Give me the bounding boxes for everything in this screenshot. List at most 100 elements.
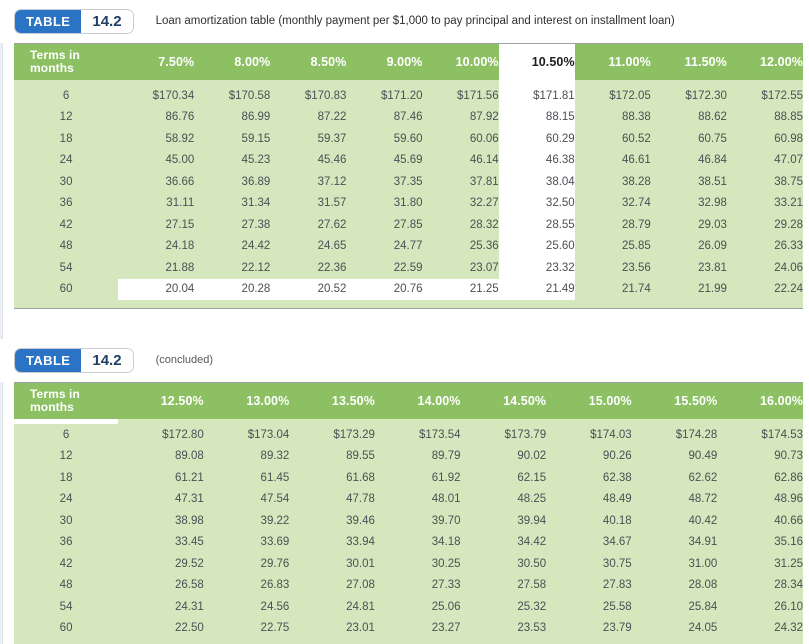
cell-payment-amount: 25.58: [602, 600, 632, 613]
cell-payment-amount: 61.68: [346, 471, 375, 484]
cell-term-months: 18: [59, 132, 73, 145]
cell-payment-amount: 48.01: [431, 493, 461, 506]
cell-payment-amount: 37.12: [317, 175, 347, 188]
table-badge-number-2: 14.2: [81, 349, 133, 372]
cell-payment-amount: 28.32: [469, 218, 499, 231]
table-caption-text-2: (concluded): [155, 353, 214, 366]
cell-payment-amount: 36.66: [165, 175, 195, 188]
cell-payment-amount: 23.56: [622, 261, 651, 274]
spacer-cell: [632, 639, 718, 644]
column-header-rate: 15.50%: [674, 394, 718, 408]
table-caption-row-1: TABLE 14.2 Loan amortization table (mont…: [0, 0, 809, 43]
cell-payment-amount: 20.28: [194, 278, 271, 300]
column-header-rate: 7.50%: [158, 55, 195, 69]
cell-payment-amount: 24.18: [165, 240, 195, 253]
cell-payment-amount: 45.46: [317, 154, 347, 167]
spacer-cell: [717, 639, 803, 644]
cell-payment-amount: 29.52: [174, 557, 204, 570]
header-row-1: Terms in months 7.50% 8.00% 8.50% 9.00% 10.00…: [14, 44, 803, 80]
cell-payment-amount: 32.98: [698, 197, 727, 210]
spacer-cell: [14, 300, 118, 308]
cell-payment-amount: 28.79: [622, 218, 651, 231]
spacer-cell: [289, 639, 375, 644]
table-caption-row-2: TABLE 14.2 (concluded): [0, 339, 809, 382]
table-badge-1: TABLE 14.2: [14, 9, 134, 34]
table-row: 24 45.00 45.23 45.46 45.69 46.14 46.38 46.61 46.…: [14, 149, 803, 171]
cell-term-months: 12: [59, 450, 73, 463]
cell-payment-amount: 23.07: [469, 261, 499, 274]
cell-payment-amount: 58.92: [165, 132, 195, 145]
table-row: 30 36.66 36.89 37.12 37.35 37.81 38.04 38.28 38.…: [14, 171, 803, 193]
cell-payment-amount: 29.28: [774, 218, 803, 231]
cell-payment-amount: 38.51: [698, 175, 727, 188]
cell-payment-amount: 38.75: [774, 175, 803, 188]
table-page: TABLE 14.2 Loan amortization table (mont…: [0, 0, 809, 644]
cell-payment-amount: 27.38: [241, 218, 271, 231]
cell-payment-amount: 25.32: [517, 600, 547, 613]
table-row: 12 86.76 86.99 87.22 87.46 87.92 88.15 88.38 88.…: [14, 106, 803, 128]
cell-payment-amount: 30.25: [431, 557, 461, 570]
cell-payment-amount: 21.88: [165, 261, 195, 274]
cell-payment-amount: 23.81: [698, 261, 727, 274]
cell-payment-amount: 27.15: [165, 218, 195, 231]
cell-payment-amount: 90.49: [688, 450, 718, 463]
table-badge-label-2: TABLE: [15, 349, 82, 372]
cell-payment-amount: 37.81: [469, 175, 499, 188]
cell-payment-amount: 62.38: [602, 471, 632, 484]
cell-payment-amount: 47.31: [174, 493, 204, 506]
cell-payment-amount: 21.99: [698, 283, 727, 296]
cell-payment-amount: 24.77: [393, 240, 423, 253]
table-header-1: Terms in months 7.50% 8.00% 8.50% 9.00% 10.00…: [14, 44, 803, 80]
cell-payment-amount: 25.60: [498, 235, 575, 257]
cell-payment-amount: 88.85: [774, 111, 803, 124]
cell-payment-amount: 62.62: [688, 471, 718, 484]
cell-term-months: 60: [59, 283, 73, 296]
cell-term-months: 36: [59, 197, 73, 210]
table-body-1: 6 $170.34 $170.58 $170.83 $171.20 $171.56 $171…: [14, 80, 803, 308]
cell-payment-amount: 88.15: [498, 106, 575, 128]
column-header-rate: 13.50%: [331, 394, 375, 408]
spacer-cell: [14, 639, 118, 644]
cell-payment-amount: 24.31: [174, 600, 204, 613]
cell-payment-amount: 25.36: [469, 240, 499, 253]
cell-term-months: 48: [59, 579, 73, 592]
cell-payment-amount: 48.96: [774, 493, 803, 506]
column-header-rate: 8.50%: [310, 55, 347, 69]
cell-payment-amount: 48.25: [517, 493, 547, 506]
cell-payment-amount: 59.15: [241, 132, 271, 145]
spacer-cell: [346, 300, 422, 308]
cell-payment-amount: $174.28: [675, 428, 718, 441]
table-row: 42 27.15 27.38 27.62 27.85 28.32 28.55 28.79 29.…: [14, 214, 803, 236]
column-header-terms: Terms in months: [30, 386, 80, 414]
cell-payment-amount: 60.06: [469, 132, 499, 145]
cell-payment-amount: 34.67: [602, 536, 632, 549]
cell-payment-amount: 24.81: [346, 600, 375, 613]
column-header-rate: 10.50%: [498, 44, 575, 80]
column-header-rate: 11.00%: [608, 55, 651, 69]
cell-payment-amount: $171.20: [380, 89, 423, 102]
cell-payment-amount: 45.69: [393, 154, 423, 167]
column-header-terms: Terms in months: [30, 47, 80, 75]
cell-payment-amount: 61.21: [174, 471, 204, 484]
table-block-2: TABLE 14.2 (concluded) Terms in months 12…: [0, 339, 809, 644]
cell-payment-amount: $173.04: [247, 428, 290, 441]
spacer-cell: [651, 300, 727, 308]
cell-term-months: 24: [59, 493, 73, 506]
cell-payment-amount: 40.42: [688, 514, 718, 527]
cell-payment-amount: $174.03: [590, 428, 632, 441]
cell-payment-amount: 38.04: [498, 171, 575, 193]
cell-payment-amount: 20.52: [270, 278, 347, 300]
cell-payment-amount: 46.84: [698, 154, 727, 167]
spacer-cell: [270, 300, 346, 308]
cell-payment-amount: 27.85: [393, 218, 423, 231]
spacer-cell: [727, 300, 803, 308]
cell-payment-amount: 86.76: [165, 111, 195, 124]
cell-payment-amount: 30.50: [517, 557, 547, 570]
column-header-rate: 12.50%: [160, 394, 204, 408]
cell-payment-amount: $170.34: [152, 89, 195, 102]
cell-payment-amount: 24.56: [260, 600, 290, 613]
table-row: 60 22.50 22.75 23.01 23.27 23.53 23.79 24.05 24.…: [14, 618, 803, 640]
cell-payment-amount: 31.80: [393, 197, 423, 210]
cell-payment-amount: $170.58: [228, 89, 271, 102]
cell-payment-amount: 21.74: [622, 283, 651, 296]
